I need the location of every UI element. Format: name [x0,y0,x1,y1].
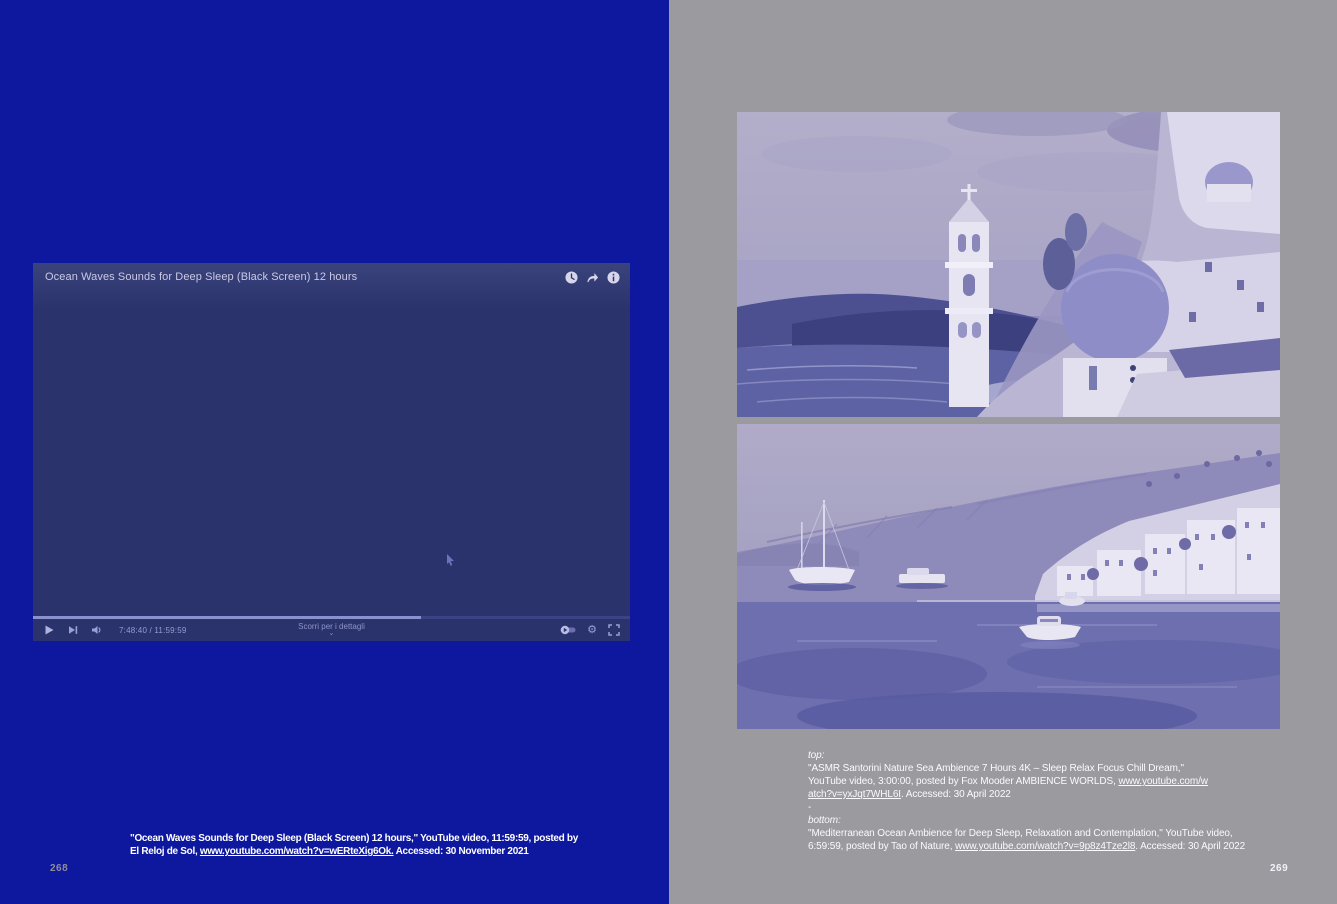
settings-icon[interactable]: ⚙ [587,625,597,636]
time-display: 7:48:40 / 11:59:59 [119,626,187,635]
player-top-icons [565,271,620,284]
caption-bottom-url: www.youtube.com/watch?v=9p8z4Tze2l8 [955,841,1135,852]
right-figure-captions: top: "ASMR Santorini Nature Sea Ambience… [808,749,1260,853]
caption-top-accessed: . Accessed: 30 April 2022 [901,789,1011,800]
caption-top-label: top: [808,750,824,761]
controls-right: ⚙ [560,624,620,636]
page-number-right: 269 [1270,863,1288,874]
next-icon[interactable] [67,624,79,636]
right-page: top: "ASMR Santorini Nature Sea Ambience… [669,0,1337,904]
chevron-down-icon: ⌄ [329,630,335,637]
share-icon[interactable] [586,271,599,284]
video-title[interactable]: Ocean Waves Sounds for Deep Sleep (Black… [45,271,357,283]
mouse-cursor [446,554,455,566]
left-figure-caption: "Ocean Waves Sounds for Deep Sleep (Blac… [130,832,582,858]
play-icon[interactable] [43,624,55,636]
caption-accessed: Accessed: 30 November 2021 [394,846,529,857]
player-control-bar: 7:48:40 / 11:59:59 Scorri per i dettagli… [33,619,630,641]
book-spread: Ocean Waves Sounds for Deep Sleep (Black… [0,0,1337,904]
volume-icon[interactable] [91,624,103,636]
page-number-left: 268 [50,863,68,874]
caption-url: www.youtube.com/watch?v=wERteXig6Ok. [200,846,394,857]
scroll-hint-block[interactable]: Scorri per i dettagli ⌄ [298,619,365,641]
harbor-photo-art [737,424,1280,729]
caption-bottom-label: bottom: [808,815,841,826]
watch-later-icon[interactable] [565,271,578,284]
left-page: Ocean Waves Sounds for Deep Sleep (Black… [0,0,669,904]
caption-top: top: "ASMR Santorini Nature Sea Ambience… [808,749,1210,801]
fullscreen-icon[interactable] [608,624,620,636]
caption-bottom-accessed: . Accessed: 30 April 2022 [1135,841,1245,852]
info-icon[interactable] [607,271,620,284]
controls-left: 7:48:40 / 11:59:59 [43,624,187,636]
santorini-photo [737,112,1280,417]
caption-bottom: bottom: "Mediterranean Ocean Ambience fo… [808,814,1260,853]
youtube-player: Ocean Waves Sounds for Deep Sleep (Black… [33,263,630,641]
caption-divider: - [808,801,1260,814]
autoplay-toggle-icon[interactable] [560,624,576,636]
santorini-photo-art [737,112,1280,417]
player-top-gradient [33,263,630,309]
harbor-photo [737,424,1280,729]
